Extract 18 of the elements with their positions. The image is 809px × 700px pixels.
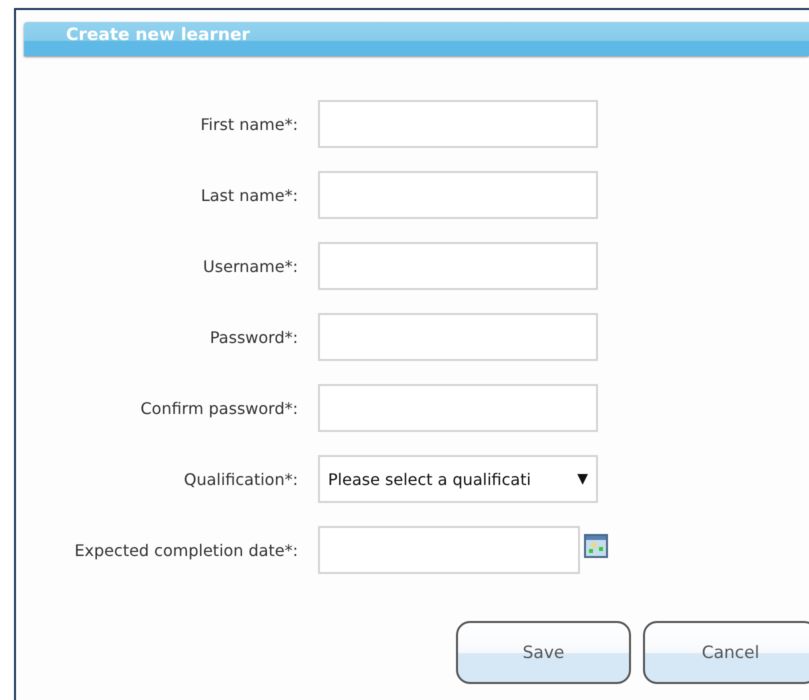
date-field[interactable] bbox=[318, 526, 580, 574]
field-label: First name*: bbox=[199, 114, 298, 134]
field-label: Username*: bbox=[202, 256, 298, 276]
qualification-dropdown[interactable]: Please select a qualificati ▼ bbox=[318, 455, 598, 503]
cancel-button[interactable]: Cancel bbox=[643, 621, 809, 684]
input-field[interactable] bbox=[318, 384, 598, 432]
field-label: Expected completion date*: bbox=[73, 540, 298, 560]
input-field[interactable] bbox=[318, 242, 598, 290]
calendar-icon[interactable] bbox=[584, 534, 608, 558]
field-label: Last name*: bbox=[200, 186, 298, 204]
input-field[interactable] bbox=[318, 100, 598, 148]
field-label: Confirm password*: bbox=[140, 398, 298, 418]
field-label: Password*: bbox=[208, 328, 298, 346]
field-label: Qualification*: bbox=[182, 470, 298, 488]
input-field[interactable] bbox=[318, 171, 598, 219]
input-field[interactable] bbox=[318, 313, 598, 361]
window-title: Create new learner bbox=[66, 25, 250, 45]
save-button[interactable]: Save bbox=[456, 621, 631, 684]
